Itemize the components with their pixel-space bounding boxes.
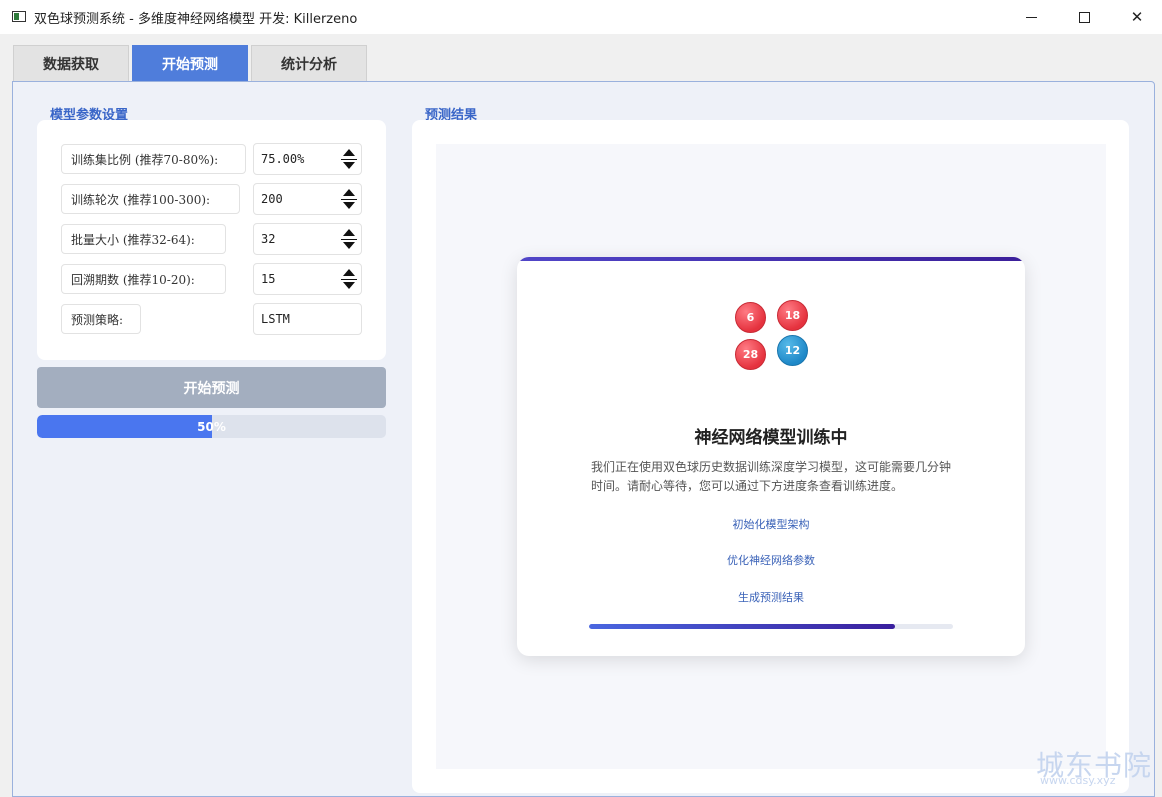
decrement-button[interactable] (339, 159, 359, 172)
arrow-up-icon (343, 228, 355, 236)
progress-text: 50% (197, 419, 226, 434)
increment-button[interactable] (339, 186, 359, 199)
train-ratio-label: 训练集比例 (推荐70-80%): (61, 144, 246, 174)
train-ratio-spinbox[interactable]: 75.00% (253, 143, 362, 175)
arrow-down-icon (343, 242, 355, 250)
app-icon (12, 11, 26, 22)
minimize-icon (1025, 16, 1037, 18)
increment-button[interactable] (339, 146, 359, 159)
tab-statistics[interactable]: 统计分析 (251, 45, 367, 81)
blue-ball-icon: 12 (777, 335, 808, 366)
title-bar: 双色球预测系统 - 多维度神经网络模型 开发: Killerzeno ✕ (0, 0, 1162, 34)
batch-size-value: 32 (261, 232, 276, 246)
step-generate-results: 生成预测结果 (738, 591, 804, 604)
arrow-up-icon (343, 188, 355, 196)
start-predict-button[interactable]: 开始预测 (37, 367, 386, 408)
maximize-button[interactable] (1061, 0, 1107, 34)
watermark-url: www.cdsy.xyz (1040, 774, 1116, 787)
arrow-down-icon (343, 202, 355, 210)
epochs-label: 训练轮次 (推荐100-300): (61, 184, 240, 214)
lookback-stepper[interactable] (339, 266, 359, 292)
batch-size-label: 批量大小 (推荐32-64): (61, 224, 226, 254)
arrow-down-icon (343, 162, 355, 170)
lookback-value: 15 (261, 272, 276, 286)
arrow-down-icon (343, 282, 355, 290)
lookback-label: 回溯期数 (推荐10-20): (61, 264, 226, 294)
training-progress-bar (589, 624, 953, 629)
minimize-button[interactable] (1008, 0, 1054, 34)
train-ratio-value: 75.00% (261, 152, 305, 166)
arrow-up-icon (343, 148, 355, 156)
batch-size-spinbox[interactable]: 32 (253, 223, 362, 255)
predict-progress-bar: 50% (37, 415, 386, 438)
tab-bar: 数据获取 开始预测 统计分析 (13, 45, 370, 81)
increment-button[interactable] (339, 266, 359, 279)
window-title: 双色球预测系统 - 多维度神经网络模型 开发: Killerzeno (34, 12, 358, 27)
strategy-label: 预测策略: (61, 304, 141, 334)
batch-size-stepper[interactable] (339, 226, 359, 252)
close-icon: ✕ (1130, 8, 1144, 26)
strategy-value: LSTM (261, 312, 290, 326)
decrement-button[interactable] (339, 199, 359, 212)
tab-start-predict[interactable]: 开始预测 (132, 45, 248, 81)
increment-button[interactable] (339, 226, 359, 239)
train-ratio-stepper[interactable] (339, 146, 359, 172)
red-ball-icon: 18 (777, 300, 808, 331)
epochs-value: 200 (261, 192, 283, 206)
strategy-select[interactable]: LSTM (253, 303, 362, 335)
epochs-spinbox[interactable]: 200 (253, 183, 362, 215)
tab-data-fetch[interactable]: 数据获取 (13, 45, 129, 81)
close-button[interactable]: ✕ (1114, 0, 1160, 34)
training-description: 我们正在使用双色球历史数据训练深度学习模型，这可能需要几分钟时间。请耐心等待，您… (591, 460, 952, 493)
red-ball-icon: 28 (735, 339, 766, 370)
lookback-spinbox[interactable]: 15 (253, 263, 362, 295)
step-optimize-params: 优化神经网络参数 (727, 554, 815, 567)
red-ball-icon: 6 (735, 302, 766, 333)
epochs-stepper[interactable] (339, 186, 359, 212)
decrement-button[interactable] (339, 279, 359, 292)
arrow-up-icon (343, 268, 355, 276)
card-accent-bar (517, 257, 1025, 261)
decrement-button[interactable] (339, 239, 359, 252)
maximize-icon (1078, 11, 1090, 23)
step-init-model: 初始化模型架构 (732, 518, 810, 531)
training-progress-fill (589, 624, 895, 629)
training-status-card: 6 18 28 12 神经网络模型训练中 我们正在使用双色球历史数据训练深度学习… (517, 257, 1025, 656)
training-title: 神经网络模型训练中 (694, 428, 848, 448)
